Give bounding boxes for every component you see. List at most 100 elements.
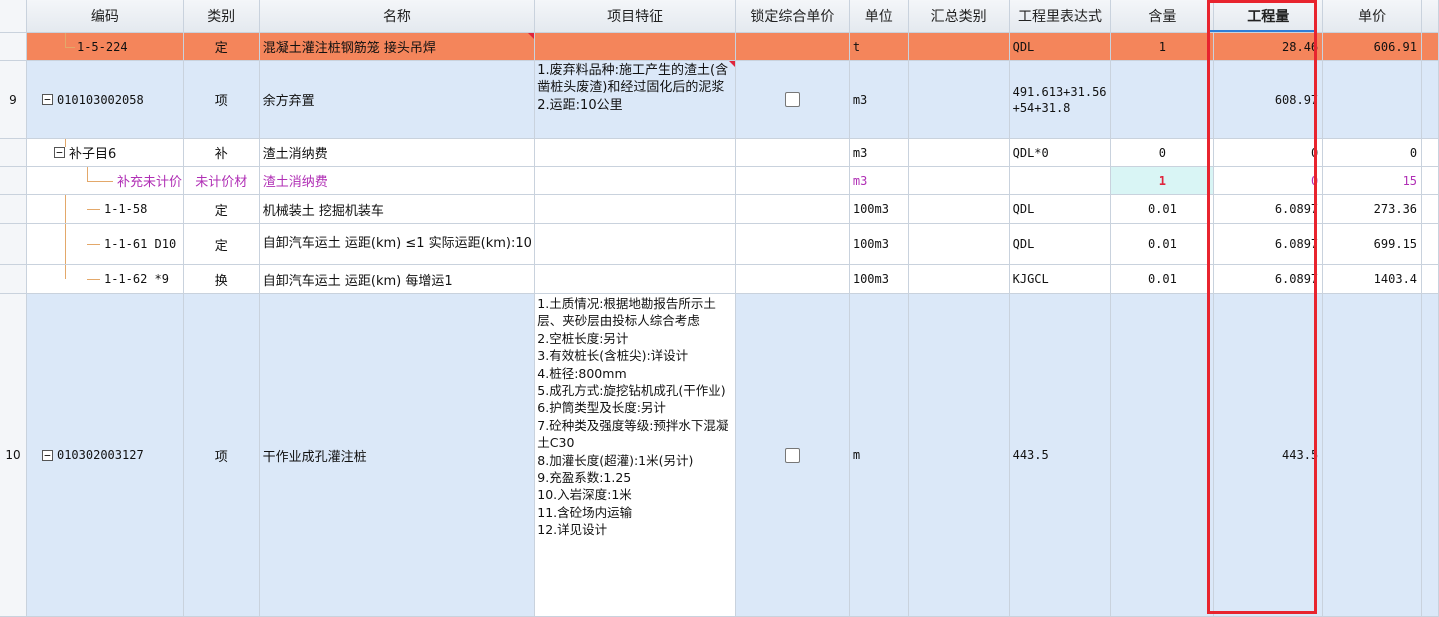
row-content[interactable] xyxy=(1111,61,1215,138)
row-name[interactable]: 渣土消纳费 xyxy=(260,167,536,194)
row-expression[interactable]: QDL*0 xyxy=(1010,139,1112,166)
row-price[interactable] xyxy=(1323,61,1423,138)
row-feature[interactable]: 1.土质情况:根据地勘报告所示土层、夹砂层由投标人综合考虑 2.空桩长度:另计 … xyxy=(535,294,736,616)
row-type[interactable]: 补 xyxy=(184,139,260,166)
row-expression[interactable]: 491.613+31.56+54+31.8 xyxy=(1010,61,1112,138)
row-content[interactable]: 0.01 xyxy=(1111,265,1215,293)
row-unit[interactable]: t xyxy=(850,33,909,60)
header-rownum xyxy=(0,0,27,32)
lock-price-checkbox[interactable] xyxy=(784,447,800,463)
grid-header: 编码 类别 名称 项目特征 锁定综合单价 单位 汇总类别 工程里表达式 含量 工… xyxy=(0,0,1439,33)
row-type[interactable]: 换 xyxy=(184,265,260,293)
row-code: 1-1-62 *9 xyxy=(103,272,169,286)
table-row[interactable]: 1-1-61 D10 定 自卸汽车运土 运距(km) ≤1 实际运距(km):1… xyxy=(0,224,1439,265)
row-type[interactable]: 定 xyxy=(184,224,260,264)
row-unit[interactable]: m xyxy=(850,294,909,616)
row-content[interactable]: 0.01 xyxy=(1111,195,1215,223)
row-price[interactable]: 273.36 xyxy=(1323,195,1423,223)
note-marker xyxy=(728,61,735,67)
row-quantity[interactable]: 6.0897 xyxy=(1214,195,1324,223)
table-row[interactable]: 1-1-58 定 机械装土 挖掘机装车 100m3 QDL 0.01 6.089… xyxy=(0,195,1439,224)
row-code: 010302003127 xyxy=(56,448,144,462)
row-expression[interactable]: QDL xyxy=(1010,33,1112,60)
row-quantity[interactable]: 6.0897 xyxy=(1214,224,1324,264)
header-feature[interactable]: 项目特征 xyxy=(535,0,736,32)
row-quantity[interactable]: 443.5 xyxy=(1214,294,1324,616)
row-name[interactable]: 自卸汽车运土 运距(km) 每增运1 xyxy=(260,265,536,293)
row-name[interactable]: 混凝土灌注桩钢筋笼 接头吊焊 xyxy=(260,33,536,60)
header-code[interactable]: 编码 xyxy=(27,0,184,32)
row-name[interactable]: 机械装土 挖掘机装车 xyxy=(260,195,536,223)
row-content[interactable] xyxy=(1111,294,1215,616)
note-marker xyxy=(528,33,535,39)
row-content[interactable]: 0 xyxy=(1111,139,1215,166)
row-quantity[interactable]: 0 xyxy=(1214,139,1324,166)
row-expression[interactable] xyxy=(1010,167,1112,194)
row-name[interactable]: 干作业成孔灌注桩 xyxy=(260,294,536,616)
row-feature[interactable] xyxy=(535,224,737,264)
header-lock-price[interactable]: 锁定综合单价 xyxy=(736,0,850,32)
row-feature[interactable]: 1.废弃料品种:施工产生的渣土(含凿桩头废渣)和经过固化后的泥浆 2.运距:10… xyxy=(535,61,736,138)
header-expression[interactable]: 工程里表达式 xyxy=(1010,0,1112,32)
row-quantity[interactable]: 6.0897 xyxy=(1214,265,1324,293)
row-price[interactable]: 699.15 xyxy=(1323,224,1423,264)
row-unit[interactable]: 100m3 xyxy=(850,265,909,293)
header-name[interactable]: 名称 xyxy=(260,0,536,32)
row-feature[interactable] xyxy=(535,195,737,223)
row-content[interactable]: 0.01 xyxy=(1111,224,1215,264)
row-code: 补子目6 xyxy=(68,147,117,162)
row-content[interactable]: 1 xyxy=(1111,33,1215,60)
row-type[interactable]: 定 xyxy=(184,195,260,223)
row-quantity[interactable]: 608.97 xyxy=(1214,61,1324,138)
row-price[interactable]: 606.91 xyxy=(1323,33,1423,60)
header-quantity[interactable]: 工程量 xyxy=(1214,0,1324,32)
table-row[interactable]: 9 − 010103002058 项 余方弃置 1.废弃料品种:施工产生的渣土(… xyxy=(0,61,1439,139)
row-name[interactable]: 渣土消纳费 xyxy=(260,139,536,166)
row-unit[interactable]: 100m3 xyxy=(850,224,909,264)
row-quantity[interactable]: 0 xyxy=(1214,167,1324,194)
lock-price-checkbox[interactable] xyxy=(784,92,800,107)
row-price[interactable]: 1403.4 xyxy=(1323,265,1423,293)
row-type[interactable]: 定 xyxy=(184,33,260,60)
table-row[interactable]: − 补子目6 补 渣土消纳费 m3 QDL*0 0 0 0 xyxy=(0,139,1439,167)
row-type[interactable]: 未计价材 xyxy=(184,167,260,194)
row-unit[interactable]: 100m3 xyxy=(850,195,909,223)
row-unit[interactable]: m3 xyxy=(850,167,909,194)
row-type[interactable]: 项 xyxy=(184,61,260,138)
row-name[interactable]: 余方弃置 xyxy=(260,61,536,138)
table-row[interactable]: 10 − 010302003127 项 干作业成孔灌注桩 1.土质情况:根据地勘… xyxy=(0,294,1439,617)
row-expression[interactable]: QDL xyxy=(1010,224,1112,264)
row-code: 1-5-224 xyxy=(76,39,128,54)
table-row[interactable]: 1-1-62 *9 换 自卸汽车运土 运距(km) 每增运1 100m3 KJG… xyxy=(0,265,1439,294)
collapse-icon[interactable]: − xyxy=(53,147,65,158)
row-code: 补充未计价… xyxy=(116,175,183,190)
row-unit[interactable]: m3 xyxy=(850,139,909,166)
bill-grid: 编码 类别 名称 项目特征 锁定综合单价 单位 汇总类别 工程里表达式 含量 工… xyxy=(0,0,1439,617)
row-code: 010103002058 xyxy=(56,92,144,107)
table-row[interactable]: 1-5-224 定 混凝土灌注桩钢筋笼 接头吊焊 t QDL 1 28.46 6… xyxy=(0,33,1439,61)
row-quantity[interactable]: 28.46 xyxy=(1214,33,1324,60)
header-unit[interactable]: 单位 xyxy=(850,0,909,32)
header-summary-type[interactable]: 汇总类别 xyxy=(909,0,1010,32)
row-type[interactable]: 项 xyxy=(184,294,260,616)
row-feature[interactable] xyxy=(535,33,736,60)
row-feature[interactable] xyxy=(535,139,736,166)
row-expression[interactable]: 443.5 xyxy=(1010,294,1112,616)
row-feature[interactable] xyxy=(535,265,737,293)
row-code: 1-1-58 xyxy=(103,202,148,216)
row-name[interactable]: 自卸汽车运土 运距(km) ≤1 实际运距(km):10 xyxy=(260,224,536,264)
header-price[interactable]: 单价 xyxy=(1323,0,1423,32)
row-expression[interactable]: QDL xyxy=(1010,195,1112,223)
row-price[interactable]: 0 xyxy=(1323,139,1423,166)
row-content[interactable]: 1 xyxy=(1111,167,1215,194)
row-feature[interactable] xyxy=(535,167,737,194)
table-row[interactable]: 补充未计价… 未计价材 渣土消纳费 m3 1 0 15 xyxy=(0,167,1439,195)
header-type[interactable]: 类别 xyxy=(184,0,260,32)
row-expression[interactable]: KJGCL xyxy=(1010,265,1112,293)
header-content[interactable]: 含量 xyxy=(1111,0,1215,32)
collapse-icon[interactable]: − xyxy=(41,449,53,461)
row-price[interactable] xyxy=(1323,294,1423,616)
collapse-icon[interactable]: − xyxy=(41,94,53,105)
row-unit[interactable]: m3 xyxy=(850,61,909,138)
row-price[interactable]: 15 xyxy=(1323,167,1423,194)
